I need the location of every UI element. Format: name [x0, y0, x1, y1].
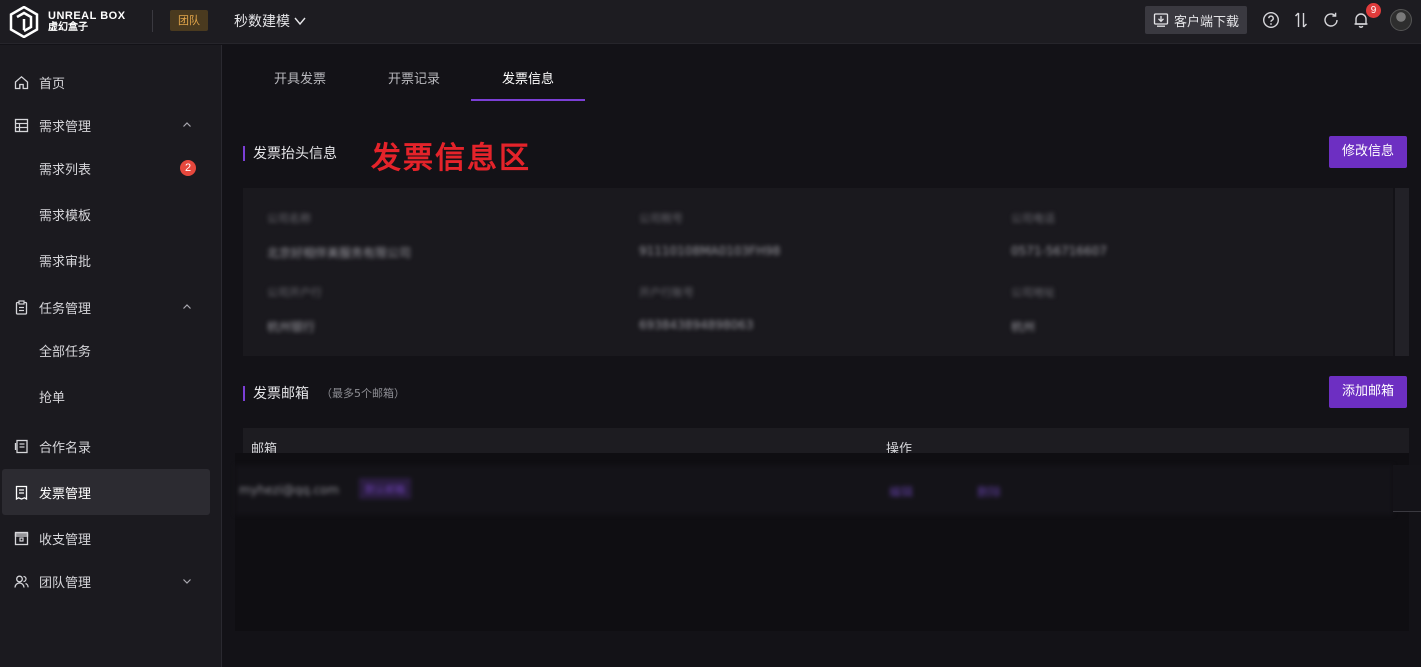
chevron-down-icon	[294, 17, 306, 26]
sidebar-item-demand-management[interactable]: 需求管理	[2, 105, 210, 145]
email-value: myhezi@qq.com	[239, 483, 340, 497]
edit-info-button[interactable]: 修改信息	[1329, 136, 1408, 168]
team-badge: 团队	[170, 10, 208, 31]
info-card-scrollbar[interactable]	[1395, 188, 1409, 356]
email-limit-note: （最多5个邮箱）	[321, 387, 405, 400]
project-name: 秒数建模	[234, 14, 290, 30]
logo-text-en: UNREAL BOX	[48, 10, 126, 22]
sidebar-item-task-management[interactable]: 任务管理	[2, 287, 210, 327]
sidebar-item-partner-directory[interactable]: 合作名录	[2, 426, 210, 466]
sidebar-item-finance-management[interactable]: 收支管理	[2, 518, 210, 558]
receipt-icon	[15, 485, 28, 500]
sidebar-item-label: 需求审批	[39, 254, 92, 270]
logo-text-cn: 虚幻盒子	[48, 22, 88, 33]
field-tax-number: 公司税号 91110108MA0103FH98	[639, 212, 781, 258]
sidebar-item-label: 首页	[39, 76, 66, 92]
sidebar: 首页 需求管理 需求列表 2 需求模板 需求审批 任务管理 全部任务 抢单 合作…	[0, 45, 222, 667]
sidebar-item-demand-list[interactable]: 需求列表 2	[2, 148, 210, 188]
invoice-header-section-title: 发票抬头信息	[243, 143, 337, 163]
sidebar-item-label: 需求管理	[39, 119, 92, 135]
tab-invoice-records[interactable]: 开票记录	[357, 63, 471, 101]
invoice-info-area-label: 发票信息区	[371, 141, 531, 176]
sidebar-item-label: 团队管理	[39, 575, 92, 591]
delete-email-link[interactable]: 删除	[977, 483, 1001, 500]
sidebar-item-label: 合作名录	[39, 440, 92, 456]
notification-count-badge: 9	[1366, 3, 1381, 18]
sidebar-item-label: 需求模板	[39, 208, 92, 224]
table-row: myhezi@qq.com 默认邮箱 编辑 删除	[235, 465, 1393, 515]
logo[interactable]: UNREAL BOX 虚幻盒子	[8, 6, 126, 38]
client-download-label: 客户端下载	[1174, 14, 1240, 30]
sidebar-item-label: 收支管理	[39, 532, 92, 548]
sidebar-item-label: 发票管理	[39, 486, 92, 502]
download-icon	[1153, 13, 1169, 27]
section-accent-bar	[243, 385, 245, 401]
client-download-button[interactable]: 客户端下载	[1145, 6, 1248, 34]
table-row-divider	[1393, 511, 1421, 512]
sidebar-item-label: 抢单	[39, 390, 66, 406]
table-icon	[14, 118, 29, 132]
invoice-header-title: 发票抬头信息	[253, 146, 337, 162]
chevron-up-icon	[183, 122, 191, 127]
project-selector[interactable]: 秒数建模	[234, 11, 306, 31]
main-content: 开具发票 开票记录 发票信息 发票抬头信息 发票信息区 修改信息 公司名称 北京…	[223, 45, 1421, 667]
sidebar-item-all-tasks[interactable]: 全部任务	[2, 330, 210, 370]
field-bank-name: 公司开户行 杭州银行	[267, 286, 322, 334]
tab-invoice-info[interactable]: 发票信息	[471, 63, 585, 101]
invoice-email-title: 发票邮箱	[253, 386, 309, 402]
sidebar-item-demand-approval[interactable]: 需求审批	[2, 240, 210, 280]
sidebar-item-label: 需求列表	[39, 162, 92, 178]
edit-email-link[interactable]: 编辑	[889, 483, 913, 500]
sidebar-item-grab-order[interactable]: 抢单	[2, 376, 210, 416]
field-company-address: 公司地址 杭州	[1011, 286, 1055, 334]
invoice-email-section-title: 发票邮箱 （最多5个邮箱）	[243, 383, 405, 403]
top-bar: UNREAL BOX 虚幻盒子 团队 秒数建模 客户端下载 9	[0, 0, 1421, 44]
invoice-tabs: 开具发票 开票记录 发票信息	[243, 63, 585, 101]
wallet-icon	[14, 531, 29, 545]
sidebar-item-label: 全部任务	[39, 344, 92, 360]
demand-count-badge: 2	[180, 160, 196, 176]
home-icon	[14, 75, 29, 89]
default-email-tag: 默认邮箱	[359, 478, 411, 499]
tab-issue-invoice[interactable]: 开具发票	[243, 63, 357, 101]
sidebar-item-home[interactable]: 首页	[2, 62, 210, 102]
sidebar-item-demand-template[interactable]: 需求模板	[2, 194, 210, 234]
unreal-box-logo-icon	[9, 6, 39, 38]
field-company-phone: 公司电话 0571-56716607	[1011, 212, 1107, 258]
add-email-button[interactable]: 添加邮箱	[1329, 376, 1408, 408]
table-row-edge	[1393, 465, 1421, 511]
sort-icon[interactable]	[1292, 11, 1310, 29]
sidebar-item-label: 任务管理	[39, 301, 92, 317]
field-bank-account: 开户行账号 693843894898063	[639, 286, 754, 332]
clipboard-icon	[15, 299, 28, 315]
chevron-down-icon	[183, 579, 191, 584]
team-icon	[14, 575, 29, 588]
section-accent-bar	[243, 145, 245, 161]
sidebar-item-team-management[interactable]: 团队管理	[2, 561, 210, 601]
sidebar-item-invoice-management[interactable]: 发票管理	[2, 469, 210, 515]
chevron-up-icon	[183, 304, 191, 309]
topbar-divider	[152, 10, 153, 32]
avatar[interactable]	[1390, 9, 1412, 31]
help-icon[interactable]	[1262, 11, 1280, 29]
book-icon	[14, 439, 28, 453]
invoice-header-card: 公司名称 北京好相伴美服务有限公司 公司税号 91110108MA0103FH9…	[243, 188, 1393, 356]
field-company-name: 公司名称 北京好相伴美服务有限公司	[267, 212, 412, 260]
refresh-icon[interactable]	[1322, 11, 1340, 29]
